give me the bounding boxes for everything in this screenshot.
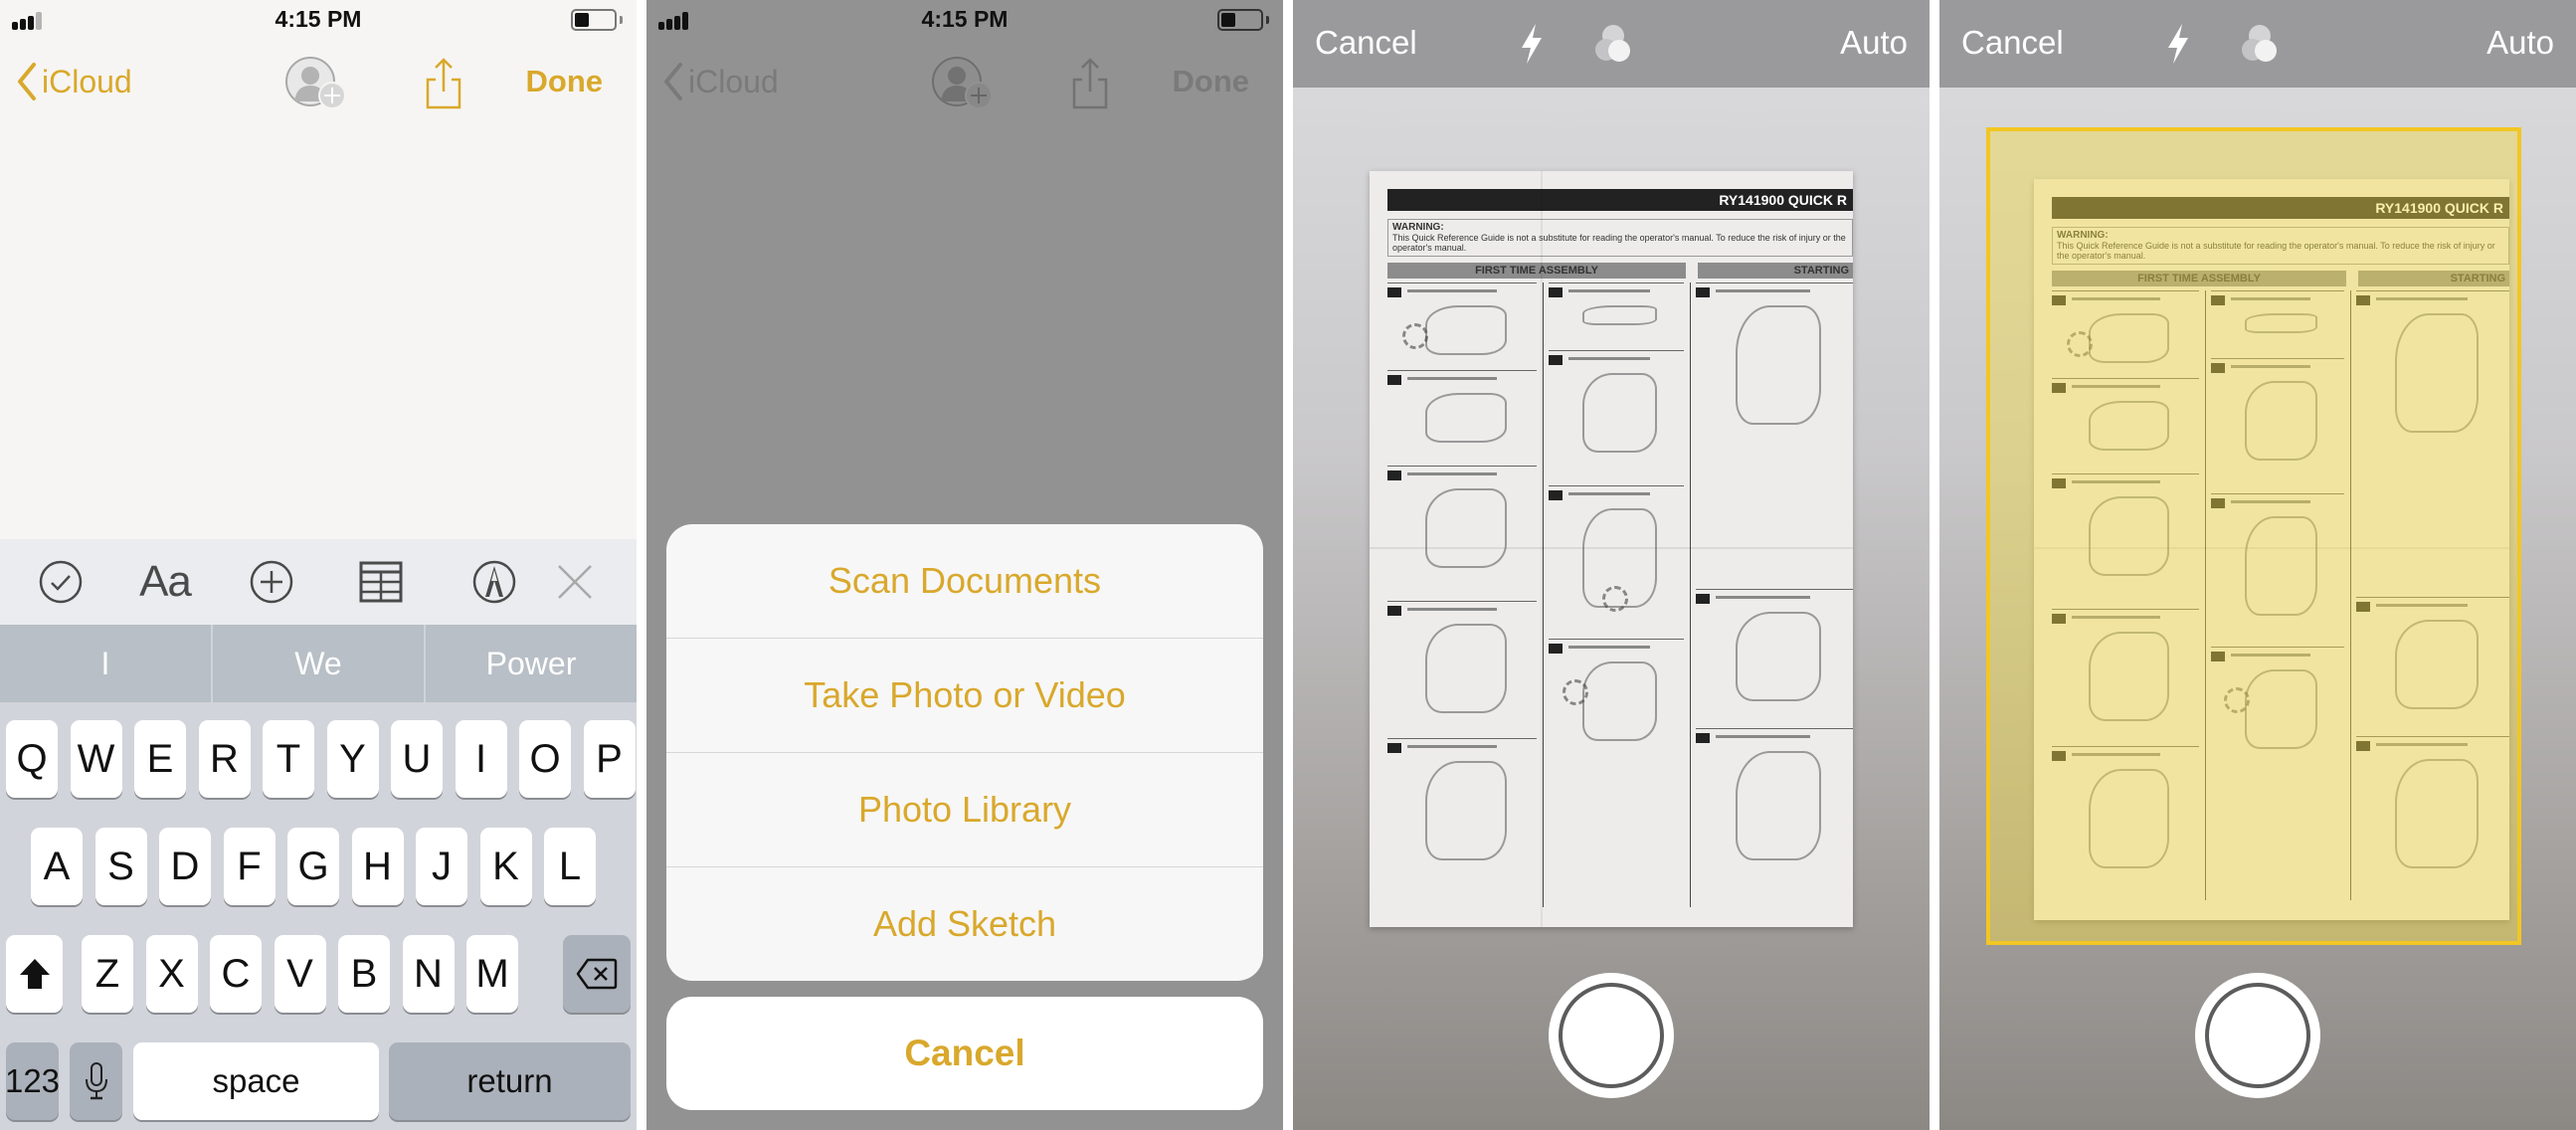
document-detection-overlay — [1986, 127, 2521, 945]
camera-cancel-button[interactable]: Cancel — [1961, 24, 2064, 62]
status-time: 4:15 PM — [275, 6, 362, 32]
text-style-button[interactable]: Aa — [131, 557, 199, 606]
add-person-icon — [932, 57, 993, 109]
insert-action-sheet-panel: 4:15 PM iCloud Done Scan Documents Take … — [646, 0, 1283, 1130]
status-time: 4:15 PM — [921, 6, 1009, 32]
plus-circle-icon[interactable] — [249, 559, 294, 605]
document-camera-panel: Cancel Auto RY141900 QUICK R WARNING: Th… — [1293, 0, 1930, 1130]
key-a[interactable]: A — [31, 828, 83, 905]
section-header: FIRST TIME ASSEMBLY — [1387, 263, 1686, 279]
keyboard: Q W E R T Y U I O P A S D F G H J K L Z X C V B N M 123 space return — [0, 702, 637, 1130]
key-e[interactable]: E — [134, 720, 186, 798]
warning-title: WARNING: — [1392, 222, 1444, 233]
battery-icon — [571, 9, 623, 31]
back-label: iCloud — [42, 63, 132, 99]
document-camera-detected-panel: Cancel Auto RY141900 QUICK R WARNING: Th… — [1939, 0, 2576, 1130]
key-z[interactable]: Z — [82, 935, 133, 1013]
key-y[interactable]: Y — [326, 720, 379, 798]
done-button[interactable]: Done — [526, 64, 604, 99]
capture-mode-toggle[interactable]: Auto — [2486, 24, 2554, 62]
key-t[interactable]: T — [263, 720, 314, 798]
shift-arrow-icon — [19, 959, 50, 989]
predictive-suggestions: I We Power — [0, 625, 637, 702]
capture-mode-toggle[interactable]: Auto — [1840, 24, 1908, 62]
key-m[interactable]: M — [466, 935, 518, 1013]
key-p[interactable]: P — [583, 720, 636, 798]
flash-icon[interactable] — [1518, 22, 1546, 66]
action-sheet: Scan Documents Take Photo or Video Photo… — [666, 524, 1263, 981]
add-person-icon[interactable] — [284, 56, 348, 111]
dictation-key[interactable] — [70, 1042, 122, 1120]
key-f[interactable]: F — [223, 828, 276, 905]
camera-cancel-button[interactable]: Cancel — [1315, 24, 1417, 62]
nav-bar: iCloud Done — [0, 42, 637, 129]
status-bar: 4:15 PM — [646, 0, 1283, 42]
key-o[interactable]: O — [519, 720, 571, 798]
share-icon[interactable] — [424, 56, 463, 111]
camera-top-bar: Cancel Auto — [1939, 0, 2576, 88]
return-key[interactable]: return — [389, 1042, 631, 1120]
microphone-icon — [85, 1062, 107, 1100]
suggestion-item[interactable]: I — [0, 625, 213, 702]
scanned-document-preview: RY141900 QUICK R WARNING: This Quick Ref… — [1370, 171, 1853, 927]
key-j[interactable]: J — [416, 828, 467, 905]
key-v[interactable]: V — [274, 935, 326, 1013]
key-c[interactable]: C — [210, 935, 262, 1013]
note-text-area[interactable] — [0, 129, 637, 539]
camera-top-bar: Cancel Auto — [1293, 0, 1930, 88]
key-h[interactable]: H — [351, 828, 404, 905]
nav-bar-dimmed: iCloud Done — [646, 42, 1283, 129]
key-d[interactable]: D — [159, 828, 211, 905]
flash-icon[interactable] — [2164, 22, 2192, 66]
chevron-left-icon — [664, 63, 682, 100]
key-n[interactable]: N — [402, 935, 455, 1013]
key-q[interactable]: Q — [6, 720, 58, 798]
share-icon — [1072, 58, 1108, 109]
key-w[interactable]: W — [70, 720, 122, 798]
action-sheet-cancel-button[interactable]: Cancel — [666, 997, 1263, 1110]
back-button: iCloud — [662, 62, 779, 101]
section-header: STARTING — [1698, 263, 1853, 279]
photo-library-option[interactable]: Photo Library — [666, 753, 1263, 867]
numbers-key[interactable]: 123 — [5, 1042, 60, 1120]
table-icon[interactable] — [358, 559, 404, 605]
scan-documents-option[interactable]: Scan Documents — [666, 524, 1263, 639]
back-button[interactable]: iCloud — [16, 62, 132, 101]
suggestion-item[interactable]: Power — [426, 625, 637, 702]
key-s[interactable]: S — [94, 828, 147, 905]
space-key[interactable]: space — [133, 1042, 379, 1120]
take-photo-option[interactable]: Take Photo or Video — [666, 639, 1263, 753]
shift-key[interactable] — [6, 935, 63, 1013]
key-i[interactable]: I — [455, 720, 507, 798]
document-title: RY141900 QUICK R — [1387, 189, 1853, 211]
back-label: iCloud — [688, 63, 779, 99]
warning-text: This Quick Reference Guide is not a subs… — [1392, 233, 1846, 253]
format-toolbar: Aa — [0, 539, 637, 625]
status-bar: 4:15 PM — [0, 0, 637, 42]
text-style-label: Aa — [139, 557, 192, 606]
notes-editor-panel: 4:15 PM iCloud Done Aa I We Power Q W E … — [0, 0, 637, 1130]
suggestion-item[interactable]: We — [213, 625, 426, 702]
document-warning: WARNING: This Quick Reference Guide is n… — [1387, 219, 1853, 257]
key-r[interactable]: R — [198, 720, 251, 798]
close-icon[interactable] — [555, 559, 595, 605]
chevron-left-icon — [18, 63, 36, 100]
filter-icon[interactable] — [2238, 22, 2282, 66]
key-l[interactable]: L — [544, 828, 596, 905]
done-button: Done — [1172, 64, 1250, 98]
filter-icon[interactable] — [1591, 22, 1635, 66]
add-sketch-option[interactable]: Add Sketch — [666, 867, 1263, 981]
checkmark-circle-icon[interactable] — [38, 559, 84, 605]
key-g[interactable]: G — [287, 828, 339, 905]
delete-key[interactable] — [563, 935, 631, 1013]
backspace-icon — [576, 958, 618, 990]
key-b[interactable]: B — [338, 935, 390, 1013]
markup-pen-icon[interactable] — [471, 559, 517, 605]
key-k[interactable]: K — [479, 828, 532, 905]
key-x[interactable]: X — [145, 935, 198, 1013]
shutter-button[interactable] — [2195, 973, 2320, 1098]
battery-icon — [1217, 9, 1269, 31]
key-u[interactable]: U — [391, 720, 443, 798]
shutter-button[interactable] — [1549, 973, 1674, 1098]
